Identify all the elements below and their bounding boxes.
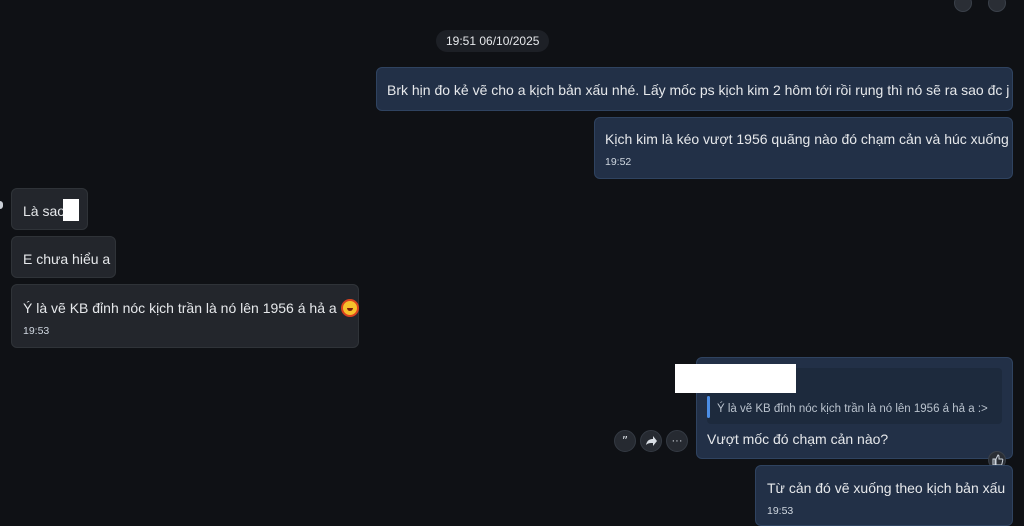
top-copy-badge[interactable]	[988, 0, 1006, 12]
message-bubble-outgoing[interactable]: Từ cản đó vẽ xuống theo kịch bản xấu 19:…	[755, 465, 1013, 526]
scroll-indicator	[0, 201, 3, 209]
message-text: E chưa hiểu a	[23, 251, 111, 267]
redacted-name	[675, 364, 796, 393]
message-time: 19:52	[605, 156, 632, 168]
quote-icon[interactable]: ”	[614, 430, 636, 452]
message-bubble-outgoing[interactable]: Brk hịn đo kẻ vẽ cho a kịch bản xấu nhé.…	[376, 67, 1013, 111]
message-bubble-outgoing[interactable]: Kịch kim là kéo vượt 1956 quãng nào đó c…	[594, 117, 1013, 179]
quote-bar	[707, 396, 710, 418]
top-reaction-badge[interactable]	[954, 0, 972, 12]
message-bubble-incoming[interactable]: E chưa hiểu a	[11, 236, 116, 278]
date-separator: 19:51 06/10/2025	[436, 30, 550, 52]
message-text: Là sao	[23, 203, 66, 219]
message-text: Brk hịn đo kẻ vẽ cho a kịch bản xấu nhé.…	[387, 82, 1010, 98]
message-bubble-incoming[interactable]: Ý là vẽ KB đỉnh nóc kịch trần là nó lên …	[11, 284, 359, 348]
forward-icon[interactable]	[640, 430, 662, 452]
message-text: Từ cản đó vẽ xuống theo kịch bản xấu	[767, 480, 1006, 496]
message-text: Ý là vẽ KB đỉnh nóc kịch trần là nó lên …	[23, 300, 337, 316]
svg-text:”: ”	[622, 434, 628, 448]
message-text: Vượt mốc đó chạm cản nào?	[707, 431, 889, 447]
message-time: 19:53	[767, 505, 794, 517]
redacted-block	[63, 199, 79, 221]
more-icon[interactable]: ···	[666, 430, 688, 452]
message-time: 19:53	[23, 325, 50, 337]
quoted-text: Ý là vẽ KB đỉnh nóc kịch trần là nó lên …	[717, 403, 988, 415]
grinning-face-emoji	[340, 299, 359, 317]
message-text: Kịch kim là kéo vượt 1956 quãng nào đó c…	[605, 131, 1009, 147]
